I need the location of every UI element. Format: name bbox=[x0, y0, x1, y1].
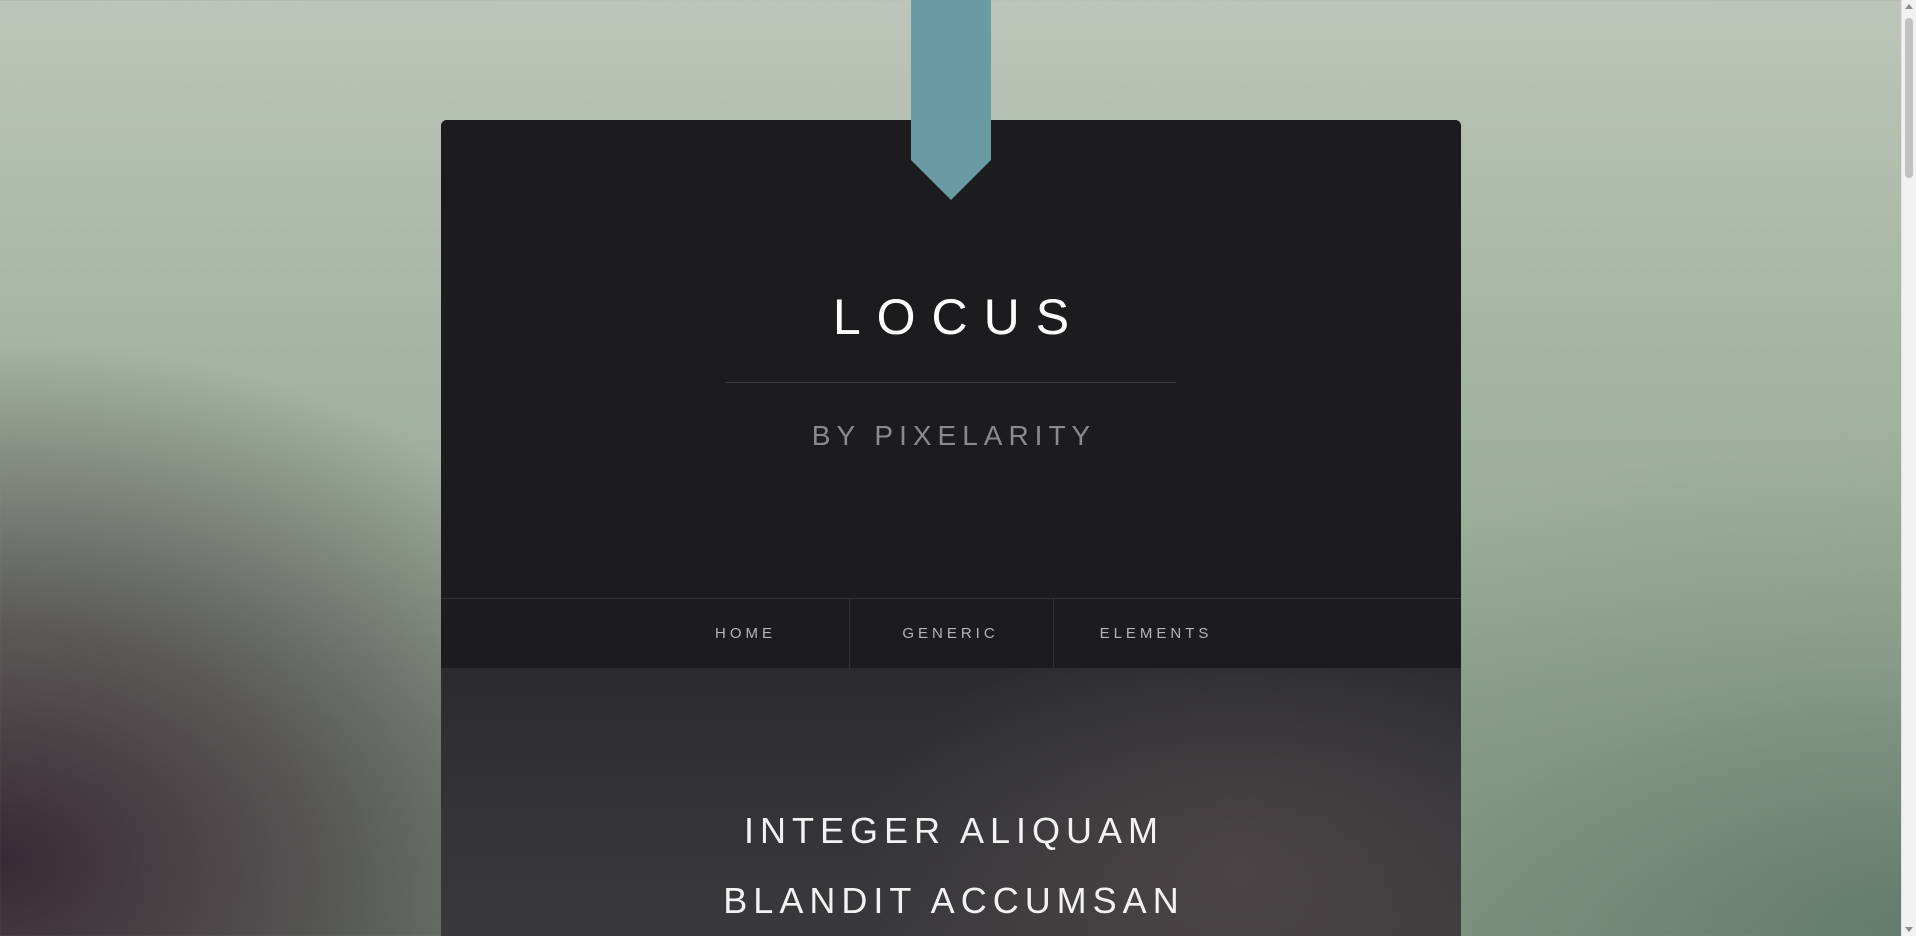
ribbon-shape bbox=[911, 0, 991, 200]
banner: INTEGER ALIQUAM BLANDIT ACCUMSAN bbox=[441, 668, 1461, 936]
title-divider bbox=[726, 382, 1176, 383]
nav-item-generic[interactable]: GENERIC bbox=[850, 599, 1051, 668]
bookmark-ribbon-icon bbox=[911, 0, 991, 200]
scroll-down-icon[interactable] bbox=[1905, 927, 1913, 932]
nav-item-home[interactable]: HOME bbox=[644, 599, 847, 668]
banner-heading-line: BLANDIT ACCUMSAN bbox=[723, 880, 1185, 921]
banner-heading: INTEGER ALIQUAM BLANDIT ACCUMSAN bbox=[441, 796, 1461, 936]
main-nav: HOME GENERIC ELEMENTS bbox=[441, 598, 1461, 668]
site-card: LOCUS BY PIXELARITY HOME GENERIC ELEMENT… bbox=[441, 120, 1461, 936]
nav-item-elements[interactable]: ELEMENTS bbox=[1054, 599, 1258, 668]
scrollbar-thumb[interactable] bbox=[1905, 18, 1913, 178]
banner-heading-line: INTEGER ALIQUAM bbox=[743, 810, 1165, 851]
site-subtitle: BY PIXELARITY bbox=[811, 420, 1097, 451]
page-scrollbar[interactable] bbox=[1901, 0, 1916, 936]
scroll-up-icon[interactable] bbox=[1905, 4, 1913, 9]
site-title[interactable]: LOCUS bbox=[441, 288, 1461, 346]
